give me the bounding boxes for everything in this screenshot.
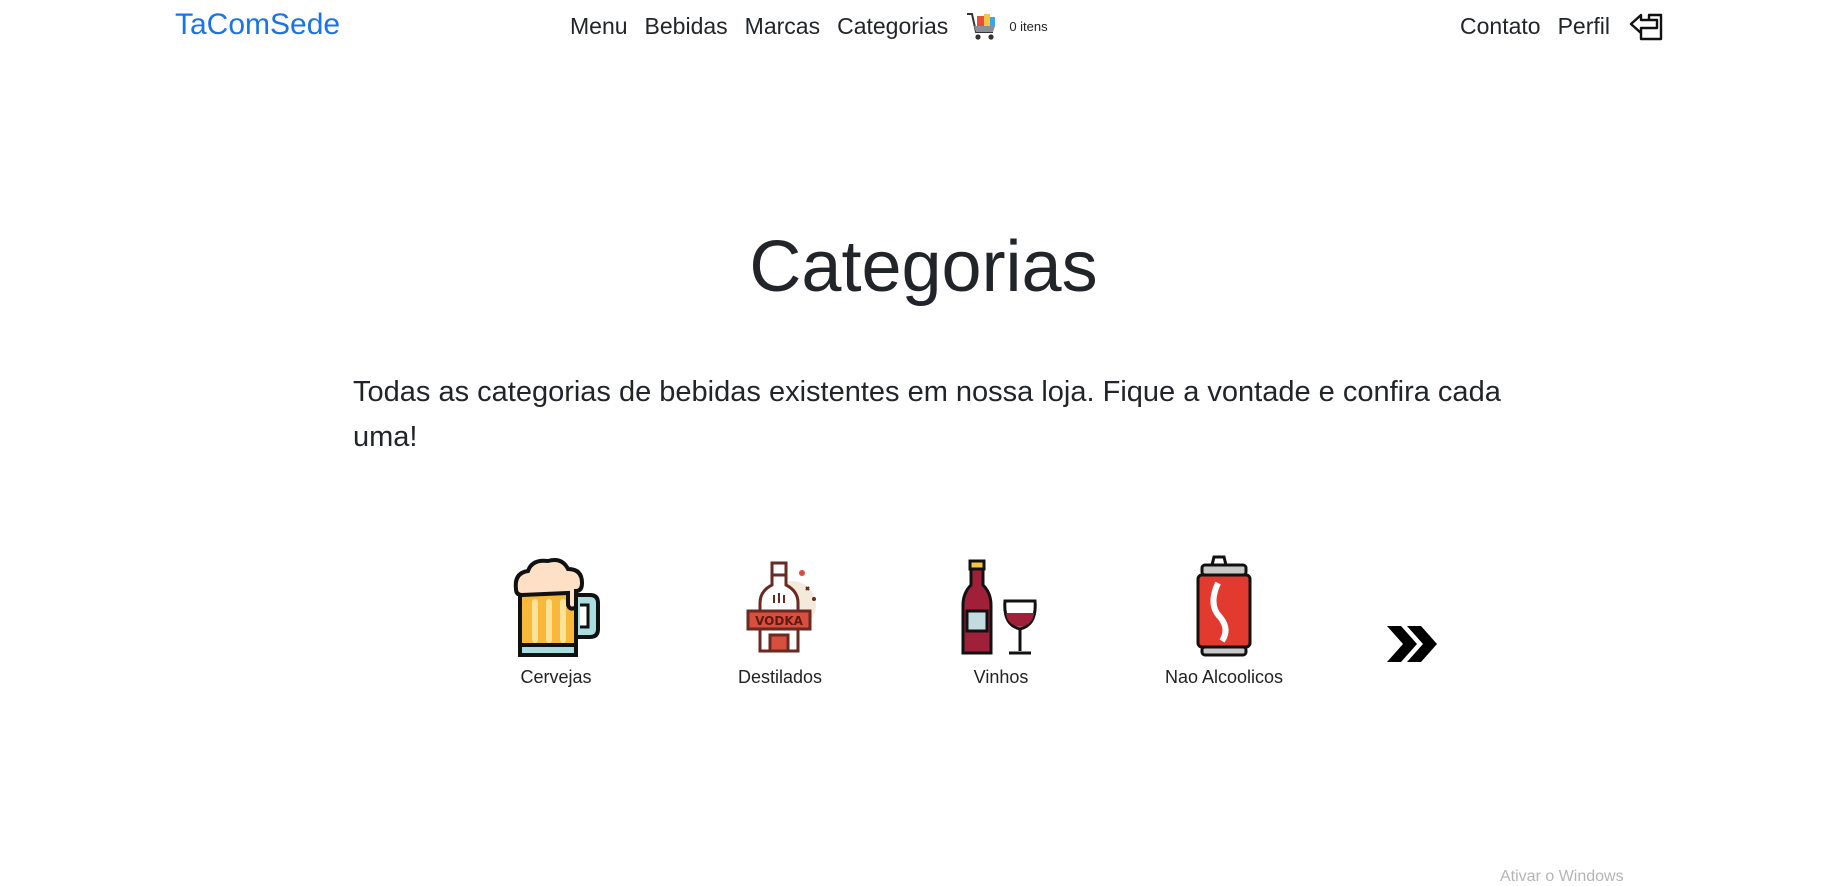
category-label: Nao Alcoolicos [1164,667,1284,687]
category-item-nao-alcoolicos[interactable]: Nao Alcoolicos [1134,555,1314,688]
navbar: TaComSede Menu Bebidas Marcas Categorias… [0,0,1847,52]
beer-mug-icon [513,558,600,657]
main-nav: Menu Bebidas Marcas Categorias 0 itens [570,10,1048,42]
category-item-vinhos[interactable]: Vinhos [911,555,1091,688]
double-chevron-right-icon[interactable] [1385,622,1441,666]
right-nav: Contato Perfil [1460,10,1665,42]
category-label: Vinhos [973,667,1029,687]
vodka-bottle-icon: VODKA [746,561,816,653]
nav-link-menu[interactable]: Menu [570,11,628,41]
nav-link-contato[interactable]: Contato [1460,11,1541,41]
soda-can-icon [1196,555,1252,657]
nav-link-marcas[interactable]: Marcas [745,11,820,41]
nav-link-perfil[interactable]: Perfil [1558,11,1610,41]
shopping-cart-icon [967,13,996,40]
page-description: Todas as categorias de bebidas existente… [353,376,1501,453]
wine-bottle-icon [961,559,1037,655]
logout-arrow-icon[interactable] [1627,9,1665,43]
category-label: Cervejas [520,667,592,687]
windows-activation-watermark: Ativar o Windows [1500,868,1624,885]
page-title: Categorias [749,227,1098,307]
nav-link-bebidas[interactable]: Bebidas [645,11,728,41]
category-item-destilados[interactable]: VODKA Destilados [690,555,870,688]
brand-logo[interactable]: TaComSede [175,6,340,44]
category-list: Cervejas VODKA Destilados Vinhos Nao Alc… [0,555,1847,705]
cart-button[interactable]: 0 itens [965,10,1048,42]
svg-text:VODKA: VODKA [755,614,804,628]
nav-link-categorias[interactable]: Categorias [837,11,948,41]
category-label: Destilados [737,667,823,687]
category-item-cervejas[interactable]: Cervejas [466,555,646,688]
cart-count: 0 itens [1009,18,1048,34]
